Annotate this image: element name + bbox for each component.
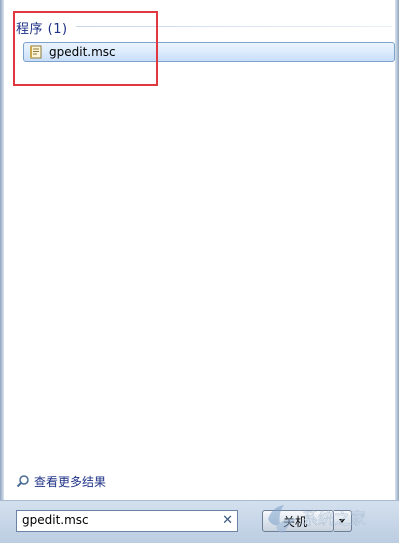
search-icon [16,475,29,488]
see-more-results-label: 查看更多结果 [34,474,107,489]
search-input[interactable]: gpedit.msc ✕ [16,510,238,532]
search-input-value: gpedit.msc [22,513,89,527]
start-menu-bottom-bar: gpedit.msc ✕ 关机 [0,500,399,543]
annotation-highlight-box [13,11,158,86]
see-more-results-link[interactable]: 查看更多结果 [16,472,106,490]
shutdown-options-button[interactable] [334,510,352,532]
clear-x-icon[interactable]: ✕ [222,513,233,528]
shutdown-button[interactable]: 关机 [262,510,334,532]
chevron-down-icon [339,519,345,523]
shutdown-button-label: 关机 [283,515,308,529]
start-menu-results-panel: 程序 (1) gpedit.msc 查看更多结果 [4,0,395,500]
